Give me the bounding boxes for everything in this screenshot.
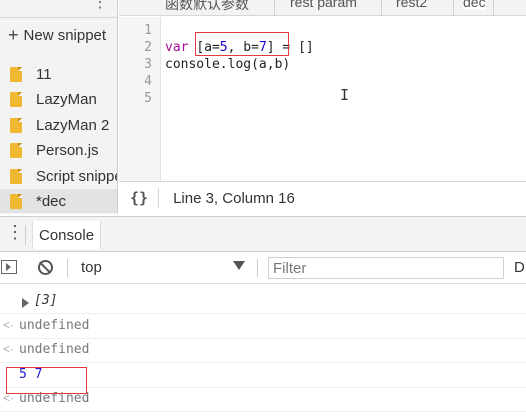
sources-panel: ⋮ + New snippet 11 LazyMan LazyMan 2 Per… xyxy=(0,0,526,214)
annotation-highlight-box xyxy=(6,367,87,394)
message-text: undefined xyxy=(19,318,90,333)
file-icon xyxy=(10,91,22,107)
console-message: <· undefined xyxy=(0,315,526,339)
snippet-label: *dec xyxy=(36,192,67,210)
code-line-3[interactable]: console.log(a,b) xyxy=(165,57,290,72)
tab-divider xyxy=(493,0,494,15)
tab-divider xyxy=(381,0,382,15)
line-number: 4 xyxy=(144,74,152,89)
console-message: <· undefined xyxy=(0,339,526,363)
file-icon xyxy=(10,142,22,158)
snippet-item[interactable]: LazyMan 2 xyxy=(10,113,109,137)
toolbar-divider xyxy=(67,259,68,277)
result-arrow-icon: <· xyxy=(3,318,15,332)
annotation-highlight-box xyxy=(195,32,289,56)
more-icon[interactable]: ⋮ xyxy=(92,0,108,12)
editor-statusbar: {} Line 3, Column 16 xyxy=(119,181,526,214)
text-cursor-icon: I xyxy=(340,86,350,104)
result-arrow-icon: <· xyxy=(3,342,15,356)
line-number: 5 xyxy=(144,91,152,106)
snippet-item[interactable]: Script snippet xyxy=(10,164,118,188)
snippets-sidebar: ⋮ + New snippet 11 LazyMan LazyMan 2 Per… xyxy=(0,0,118,214)
pretty-print-button[interactable]: {} xyxy=(130,189,148,207)
snippet-item[interactable]: LazyMan xyxy=(10,87,97,111)
chevron-down-icon[interactable] xyxy=(233,261,245,270)
console-toolbar: top D xyxy=(0,252,526,284)
clear-console-icon[interactable] xyxy=(38,260,53,275)
line-number: 3 xyxy=(144,57,152,72)
toolbar-divider xyxy=(257,259,258,277)
new-snippet-button[interactable]: + New snippet xyxy=(8,24,106,46)
file-icon xyxy=(10,117,22,133)
editor-tab[interactable]: rest param xyxy=(290,0,357,10)
keyword: var xyxy=(165,40,189,55)
line-number-gutter: 1 2 3 4 5 xyxy=(119,17,161,181)
context-selector[interactable]: top xyxy=(81,259,102,276)
drawer-divider xyxy=(25,225,26,245)
code-editor: 函数默认参数 rest param rest2 dec 1 2 3 4 5 va… xyxy=(119,0,526,214)
expand-triangle-icon[interactable] xyxy=(22,298,29,308)
file-icon xyxy=(10,66,22,82)
file-icon xyxy=(10,168,22,184)
console-message[interactable]: [3] xyxy=(0,290,526,314)
plus-icon: + xyxy=(8,25,19,45)
drawer-tabbar: ⋮ Console xyxy=(0,216,526,252)
status-divider xyxy=(158,188,160,208)
new-snippet-label: New snippet xyxy=(23,26,107,44)
snippet-item-active[interactable]: *dec xyxy=(0,189,117,213)
tab-divider xyxy=(274,0,275,15)
snippet-item[interactable]: 11 xyxy=(10,62,52,86)
editor-tab[interactable]: rest2 xyxy=(396,0,427,10)
sidebar-header: ⋮ xyxy=(0,0,117,18)
filter-input[interactable] xyxy=(268,257,504,279)
snippet-label: Person.js xyxy=(36,141,99,159)
message-text: [3] xyxy=(34,293,58,308)
console-messages: [3] <· undefined <· undefined 5 7 <· und… xyxy=(0,285,526,416)
snippet-label: 11 xyxy=(36,65,52,83)
line-number: 1 xyxy=(144,23,152,38)
tab-console[interactable]: Console xyxy=(32,221,102,249)
cursor-position: Line 3, Column 16 xyxy=(173,189,295,207)
editor-tab-active[interactable]: dec xyxy=(463,0,486,10)
log-levels-dropdown[interactable]: D xyxy=(514,259,525,276)
snippet-label: LazyMan 2 xyxy=(36,116,110,134)
editor-tab[interactable]: 函数默认参数 xyxy=(165,0,249,14)
snippet-label: Script snippet xyxy=(36,167,118,185)
file-icon xyxy=(10,193,22,209)
show-sidebar-icon[interactable] xyxy=(1,260,17,274)
editor-tabbar: 函数默认参数 rest param rest2 dec xyxy=(119,0,526,16)
snippet-label: LazyMan xyxy=(36,90,97,108)
drawer-menu-icon[interactable]: ⋮ xyxy=(6,223,24,241)
message-text: undefined xyxy=(19,342,90,357)
tab-divider xyxy=(453,0,454,15)
snippet-item[interactable]: Person.js xyxy=(10,138,99,162)
line-number: 2 xyxy=(144,40,152,55)
